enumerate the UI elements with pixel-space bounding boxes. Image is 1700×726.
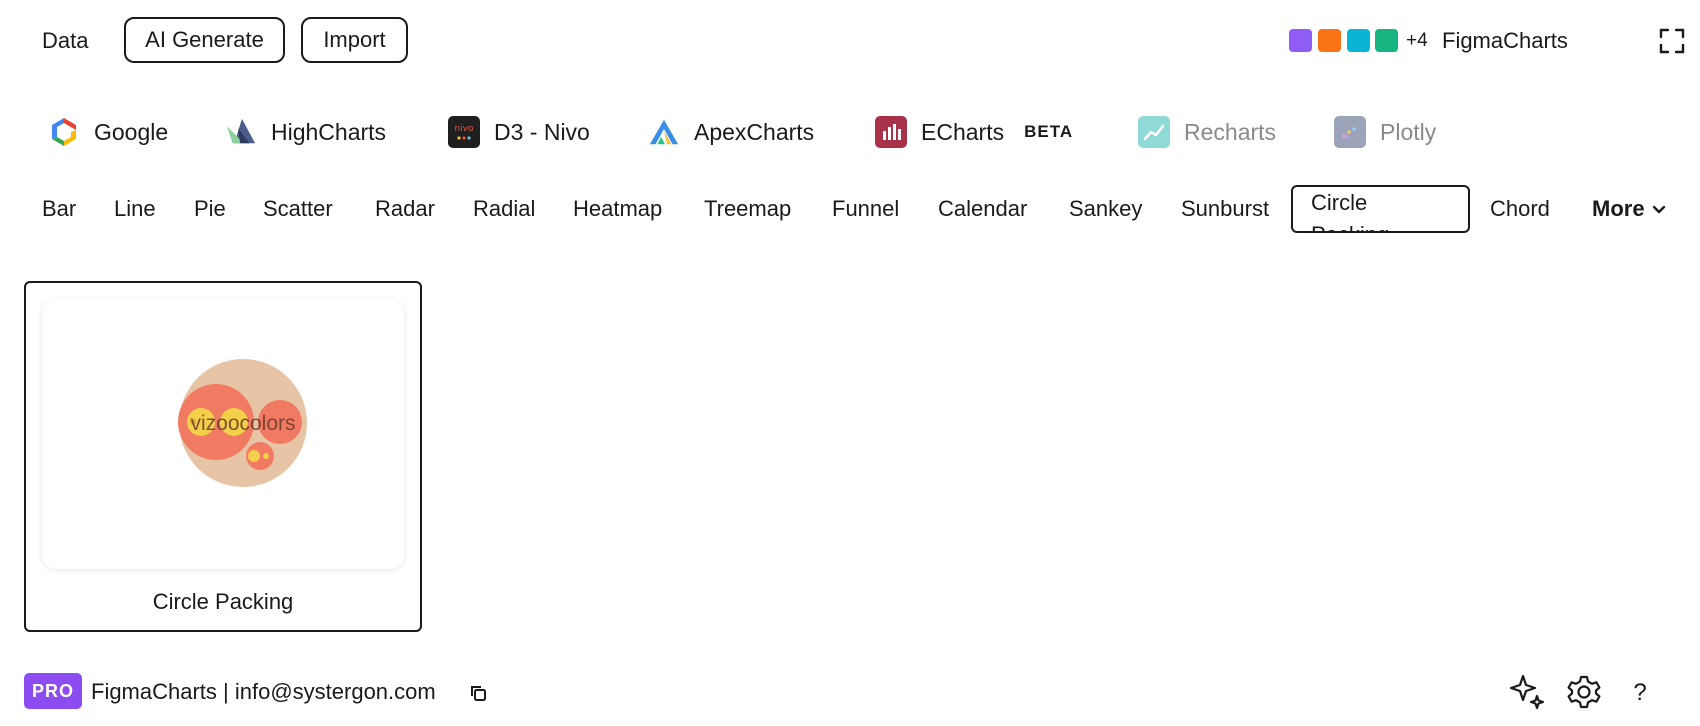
google-logo-icon xyxy=(48,116,80,148)
library-label: Google xyxy=(94,118,169,145)
footer-contact: FigmaCharts | info@systergon.com xyxy=(91,679,436,704)
palette-more-count: +4 xyxy=(1406,30,1428,51)
nivo-logo-icon: nivo xyxy=(448,116,480,148)
tab-scatter[interactable]: Scatter xyxy=(263,196,333,222)
tab-treemap[interactable]: Treemap xyxy=(704,196,791,222)
tab-calendar[interactable]: Calendar xyxy=(938,196,1027,222)
palette-swatch xyxy=(1289,29,1312,52)
beta-badge: BETA xyxy=(1024,122,1074,141)
library-label: D3 - Nivo xyxy=(494,118,590,145)
tab-line[interactable]: Line xyxy=(114,196,156,222)
data-tab[interactable]: Data xyxy=(42,28,88,54)
import-button[interactable]: Import xyxy=(301,17,408,63)
apexcharts-logo-icon xyxy=(648,116,680,148)
highcharts-logo-icon xyxy=(225,116,257,148)
plotly-logo-icon xyxy=(1334,116,1366,148)
tab-circle-packing[interactable]: Circle Packing xyxy=(1291,185,1470,233)
circle-packing-preview: vizoocolors xyxy=(178,359,307,487)
palette-swatch xyxy=(1347,29,1370,52)
more-dropdown[interactable]: More xyxy=(1592,196,1667,222)
help-icon[interactable]: ? xyxy=(1625,676,1655,710)
tab-sunburst[interactable]: Sunburst xyxy=(1181,196,1269,222)
tab-heatmap[interactable]: Heatmap xyxy=(573,196,662,222)
tab-radar[interactable]: Radar xyxy=(375,196,435,222)
gear-icon[interactable] xyxy=(1565,673,1603,711)
library-plotly[interactable]: Plotly xyxy=(1334,112,1436,152)
library-label: Recharts xyxy=(1184,118,1277,145)
sparkle-icon[interactable] xyxy=(1507,671,1547,711)
library-apexcharts[interactable]: ApexCharts xyxy=(648,112,814,152)
tab-radial[interactable]: Radial xyxy=(473,196,535,222)
preview-label: vizoocolors xyxy=(190,412,295,435)
packing-leaf xyxy=(248,450,260,462)
pro-badge: PRO xyxy=(24,673,82,709)
library-google[interactable]: Google xyxy=(48,112,168,152)
chevron-down-icon xyxy=(1652,205,1665,214)
fullscreen-icon[interactable] xyxy=(1658,27,1686,55)
palette-swatch xyxy=(1318,29,1341,52)
tab-pie[interactable]: Pie xyxy=(194,196,226,222)
tab-sankey[interactable]: Sankey xyxy=(1069,196,1142,222)
packing-dot xyxy=(263,453,269,459)
library-label: ApexCharts xyxy=(694,118,815,145)
library-label: ECharts xyxy=(921,118,1005,145)
tab-chord[interactable]: Chord xyxy=(1490,196,1550,222)
library-label: Plotly xyxy=(1380,118,1437,145)
recharts-logo-icon xyxy=(1138,116,1170,148)
tab-funnel[interactable]: Funnel xyxy=(832,196,899,222)
template-card[interactable]: vizoocolors Circle Packing xyxy=(24,281,422,632)
tab-bar[interactable]: Bar xyxy=(42,196,76,222)
brand-name: FigmaCharts xyxy=(1442,28,1568,53)
copy-icon[interactable] xyxy=(468,683,488,703)
svg-text:nivo: nivo xyxy=(454,124,474,134)
library-recharts[interactable]: Recharts xyxy=(1138,112,1276,152)
library-highcharts[interactable]: HighCharts xyxy=(225,112,386,152)
template-label: Circle Packing xyxy=(152,589,294,614)
more-label: More xyxy=(1592,196,1645,221)
library-echarts[interactable]: ECharts BETA xyxy=(875,112,1073,152)
palette-swatch xyxy=(1375,29,1398,52)
library-label: HighCharts xyxy=(271,118,387,145)
ai-generate-button[interactable]: AI Generate xyxy=(124,17,285,63)
help-glyph: ? xyxy=(1633,679,1647,706)
echarts-logo-icon xyxy=(875,116,907,148)
library-nivo[interactable]: nivo D3 - Nivo xyxy=(448,112,590,152)
template-preview: vizoocolors xyxy=(42,299,404,569)
